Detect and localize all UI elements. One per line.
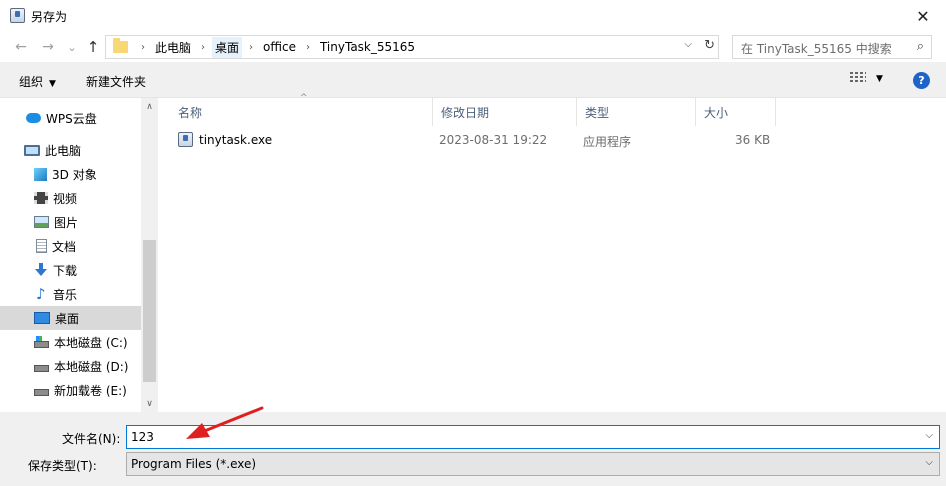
organize-button[interactable]: 组织 ▼ — [19, 73, 56, 90]
column-header-name[interactable]: 名称 — [170, 98, 433, 126]
chevron-down-icon[interactable]: ⌵ — [684, 39, 692, 50]
search-input[interactable]: 在 TinyTask_55165 中搜索 — [741, 40, 892, 57]
tree-item-downloads[interactable]: 下载 — [0, 258, 141, 282]
search-icon[interactable]: ⌕ — [917, 39, 924, 54]
back-icon[interactable]: ← — [12, 38, 30, 56]
drive-icon — [34, 365, 49, 372]
tree-item-pictures[interactable]: 图片 — [0, 210, 141, 234]
breadcrumb-separator[interactable]: › — [141, 42, 145, 53]
breadcrumb-office[interactable]: office — [260, 38, 299, 56]
filetype-value: Program Files (*.exe) — [131, 457, 257, 471]
drive-icon — [34, 336, 49, 348]
breadcrumb-separator[interactable]: › — [201, 42, 205, 53]
filetype-select[interactable]: Program Files (*.exe) ⌵ — [126, 452, 940, 476]
annotation-arrow-icon — [186, 406, 264, 439]
close-button[interactable]: ✕ — [900, 0, 946, 32]
tree-item-videos[interactable]: 视频 — [0, 186, 141, 210]
table-row[interactable]: tinytask.exe 2023-08-31 19:22 应用程序 36 KB — [158, 128, 778, 152]
application-icon — [178, 132, 193, 147]
column-header-modified[interactable]: 修改日期 — [433, 98, 577, 126]
new-folder-button[interactable]: 新建文件夹 — [86, 73, 146, 90]
scroll-down-icon[interactable]: ∨ — [141, 395, 158, 412]
tree-item-documents[interactable]: 文档 — [0, 234, 141, 258]
command-toolbar: 组织 ▼ 新建文件夹 ▼ ? — [0, 62, 946, 98]
tree-item-drive-d[interactable]: 本地磁盘 (D:) — [0, 354, 141, 378]
cube-icon — [34, 167, 47, 181]
download-icon — [34, 263, 48, 277]
desktop-icon — [34, 312, 50, 324]
scroll-up-icon[interactable]: ∧ — [141, 98, 158, 115]
chevron-down-icon[interactable]: ▼ — [876, 74, 883, 84]
breadcrumb-separator[interactable]: › — [306, 42, 310, 53]
tree-item-label: WPS云盘 — [46, 111, 97, 126]
tree-item-music[interactable]: ♪ 音乐 — [0, 282, 141, 306]
tree-item-label: 下载 — [53, 263, 78, 278]
column-header-type[interactable]: 类型 — [577, 98, 696, 126]
tree-item-label: 新加载卷 (E:) — [54, 383, 127, 398]
picture-icon — [34, 216, 49, 228]
navigation-pane: WPS云盘 此电脑 3D 对象 视频 图片 文档 下载 ♪ 音乐 桌面 本地磁盘… — [0, 98, 158, 412]
chevron-down-icon[interactable]: ⌵ — [925, 430, 933, 441]
tree-item-label: 3D 对象 — [52, 167, 97, 182]
recent-locations-icon[interactable]: ⌄ — [63, 38, 81, 56]
music-icon: ♪ — [36, 285, 46, 303]
file-name: tinytask.exe — [199, 133, 273, 147]
tree-item-3d-objects[interactable]: 3D 对象 — [0, 162, 141, 186]
view-options-icon[interactable] — [850, 72, 866, 86]
computer-icon — [24, 144, 40, 156]
tree-item-label: 本地磁盘 (C:) — [54, 335, 128, 350]
column-header-size[interactable]: 大小 — [696, 98, 776, 126]
tree-item-label: 本地磁盘 (D:) — [54, 359, 129, 374]
file-modified: 2023-08-31 19:22 — [439, 133, 548, 147]
forward-icon[interactable]: → — [39, 38, 57, 56]
breadcrumb-tinytask[interactable]: TinyTask_55165 — [317, 38, 418, 56]
tree-item-drive-c[interactable]: 本地磁盘 (C:) — [0, 330, 141, 354]
breadcrumb-this-pc[interactable]: 此电脑 — [152, 37, 194, 58]
document-icon — [36, 239, 47, 253]
tree-item-wps-cloud[interactable]: WPS云盘 — [0, 106, 141, 130]
help-icon[interactable]: ? — [913, 72, 930, 89]
save-options-panel: 文件名(N): 123 ⌵ 保存类型(T): Program Files (*.… — [0, 412, 946, 486]
title-bar: 另存为 ✕ — [0, 0, 946, 32]
chevron-down-icon[interactable]: ⌵ — [925, 457, 933, 468]
search-box[interactable]: 在 TinyTask_55165 中搜索 ⌕ — [732, 35, 932, 59]
tree-item-label: 文档 — [52, 239, 77, 254]
file-size: 36 KB — [735, 133, 771, 147]
filetype-label: 保存类型(T): — [28, 459, 97, 473]
breadcrumb-separator[interactable]: › — [249, 42, 253, 53]
drive-icon — [34, 389, 49, 396]
tree-item-drive-e[interactable]: 新加载卷 (E:) — [0, 378, 141, 402]
address-row: ← → ⌄ ↑ › 此电脑 › 桌面 › office › TinyTask_5… — [0, 32, 946, 62]
organize-label: 组织 — [19, 75, 44, 89]
address-bar[interactable]: › 此电脑 › 桌面 › office › TinyTask_55165 ⌵ ↻ — [105, 35, 719, 59]
nav-scrollbar[interactable]: ∧ ∨ — [141, 98, 158, 412]
tree-item-this-pc[interactable]: 此电脑 — [0, 138, 141, 162]
filename-input[interactable]: 123 — [131, 430, 154, 444]
up-folder-icon[interactable]: ↑ — [84, 38, 102, 56]
file-list: ^ 名称 修改日期 类型 大小 tinytask.exe 2023-08-31 … — [158, 93, 946, 412]
window-title: 另存为 — [31, 10, 68, 24]
folder-icon — [113, 38, 128, 53]
refresh-icon[interactable]: ↻ — [704, 38, 715, 53]
breadcrumb: › 此电脑 › 桌面 › office › TinyTask_55165 — [134, 36, 418, 58]
video-icon — [34, 192, 48, 204]
tree-item-desktop[interactable]: 桌面 — [0, 306, 141, 330]
breadcrumb-desktop[interactable]: 桌面 — [212, 36, 243, 58]
scrollbar-thumb[interactable] — [143, 240, 156, 382]
tree-item-label: 音乐 — [53, 287, 78, 302]
tree-item-label: 图片 — [54, 215, 79, 230]
cloud-icon — [26, 113, 41, 123]
tree-item-label: 桌面 — [55, 311, 80, 326]
file-type: 应用程序 — [583, 135, 632, 149]
app-icon — [10, 8, 25, 23]
chevron-down-icon: ▼ — [49, 79, 56, 89]
tree-item-label: 视频 — [53, 191, 78, 206]
tree-item-label: 此电脑 — [45, 143, 82, 158]
filename-label: 文件名(N): — [62, 432, 121, 446]
